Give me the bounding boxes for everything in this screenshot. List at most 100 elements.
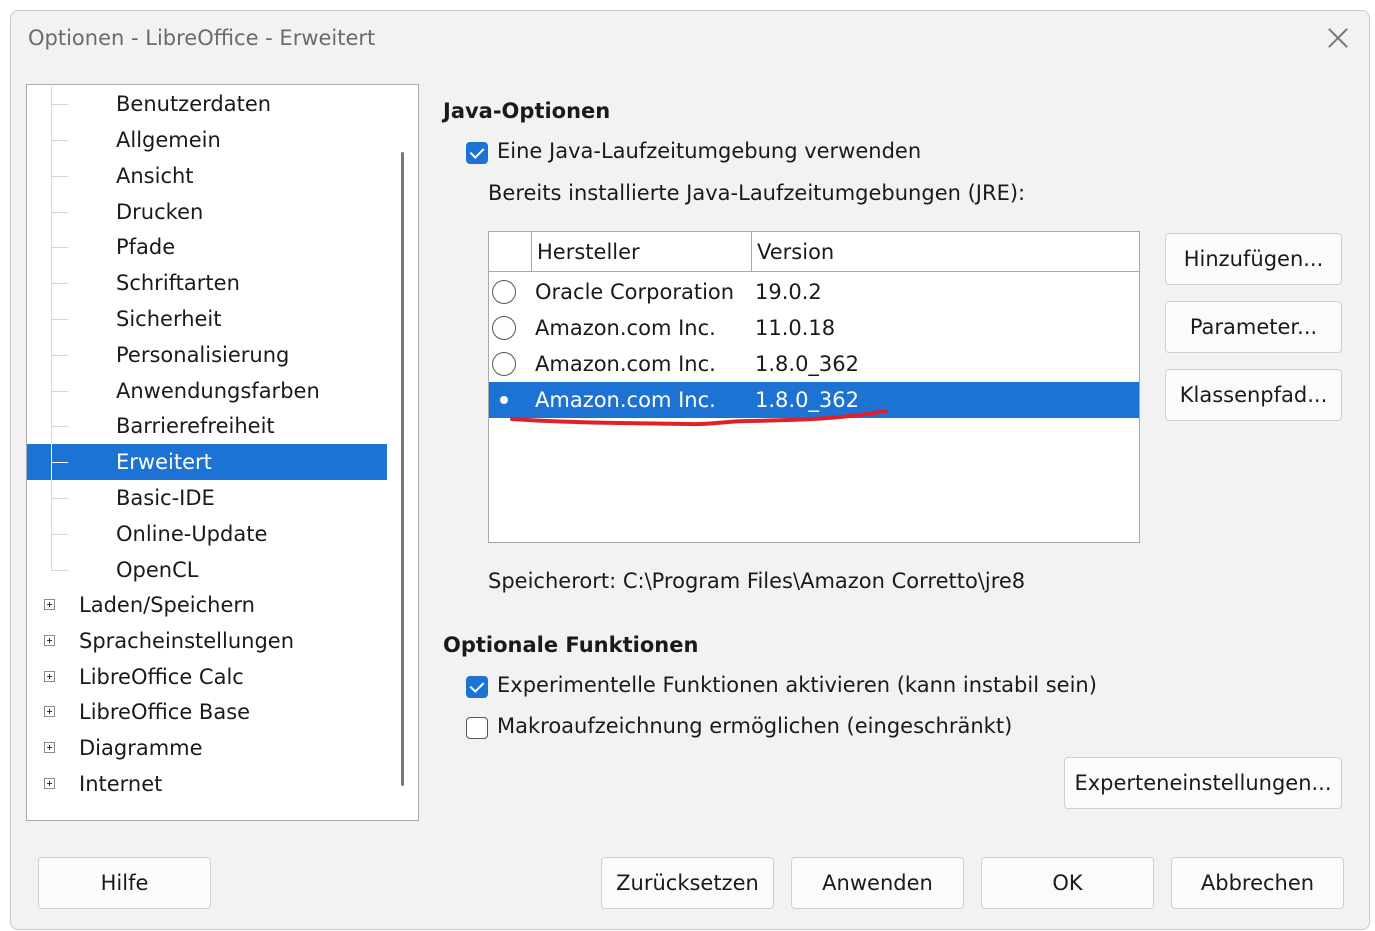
tree-item-label: Barrierefreiheit <box>116 414 275 438</box>
close-icon[interactable] <box>1323 23 1353 53</box>
tree-item-erweitert[interactable]: Erweitert <box>27 444 387 480</box>
jre-row-selected[interactable]: Amazon.com Inc. 1.8.0_362 <box>489 382 1139 418</box>
tree-item-basic-ide[interactable]: Basic-IDE <box>27 480 387 516</box>
optional-section-title: Optionale Funktionen <box>443 633 699 657</box>
column-header-vendor[interactable]: Hersteller <box>531 232 751 271</box>
tree-item-label: Sicherheit <box>116 307 222 331</box>
tree-item-anwendungsfarben[interactable]: Anwendungsfarben <box>27 373 387 409</box>
classpath-button-label: Klassenpfad... <box>1179 383 1328 407</box>
apply-button-label: Anwenden <box>822 871 933 895</box>
tree-item-label: LibreOffice Base <box>79 700 251 724</box>
experimental-checkbox[interactable] <box>466 676 488 698</box>
tree-item-pfade[interactable]: Pfade <box>27 229 387 265</box>
jre-location: Speicherort: C:\Program Files\Amazon Cor… <box>488 569 1026 593</box>
window-title: Optionen - LibreOffice - Erweitert <box>28 26 376 50</box>
tree-item-label: Spracheinstellungen <box>79 629 295 653</box>
expand-icon[interactable] <box>44 778 55 789</box>
jre-vendor: Oracle Corporation <box>535 280 735 304</box>
cancel-button-label: Abbrechen <box>1200 871 1315 895</box>
add-jre-button[interactable]: Hinzufügen... <box>1165 233 1342 285</box>
help-button[interactable]: Hilfe <box>38 857 211 909</box>
jre-version: 1.8.0_362 <box>755 388 860 412</box>
tree-item-label: Diagramme <box>79 736 203 760</box>
tree-item-label: Laden/Speichern <box>79 593 255 617</box>
jre-vendor: Amazon.com Inc. <box>535 388 716 412</box>
jre-radio[interactable] <box>492 388 516 412</box>
tree-item-libreoffice-base[interactable]: LibreOffice Base <box>27 694 387 730</box>
tree-item-label: Pfade <box>116 235 176 259</box>
tree-item-label: Drucken <box>116 200 204 224</box>
tree-item-spracheinstellungen[interactable]: Spracheinstellungen <box>27 623 387 659</box>
reset-button-label: Zurücksetzen <box>616 871 759 895</box>
tree-item-label: Erweitert <box>116 450 212 474</box>
tree-item-label: Online-Update <box>116 522 268 546</box>
macro-recording-checkbox[interactable] <box>466 717 488 739</box>
ok-button[interactable]: OK <box>981 857 1154 909</box>
macro-recording-label[interactable]: Makroaufzeichnung ermöglichen (eingeschr… <box>497 714 1012 738</box>
expand-icon[interactable] <box>44 671 55 682</box>
expand-icon[interactable] <box>44 706 55 717</box>
tree-item-allgemein[interactable]: Allgemein <box>27 122 387 158</box>
jre-vendor: Amazon.com Inc. <box>535 352 716 376</box>
tree-item-label: Personalisierung <box>116 343 290 367</box>
reset-button[interactable]: Zurücksetzen <box>601 857 774 909</box>
jre-table-header: Hersteller Version <box>489 232 1139 272</box>
options-tree: Benutzerdaten Allgemein Ansicht Drucken … <box>26 84 419 821</box>
tree-item-online-update[interactable]: Online-Update <box>27 516 387 552</box>
experimental-label[interactable]: Experimentelle Funktionen aktivieren (ka… <box>497 673 1097 697</box>
classpath-button[interactable]: Klassenpfad... <box>1165 369 1342 421</box>
tree-item-drucken[interactable]: Drucken <box>27 194 387 230</box>
jre-row[interactable]: Oracle Corporation 19.0.2 <box>489 274 1139 310</box>
jre-row[interactable]: Amazon.com Inc. 11.0.18 <box>489 310 1139 346</box>
tree-item-benutzerdaten[interactable]: Benutzerdaten <box>27 86 387 122</box>
tree-item-libreoffice-calc[interactable]: LibreOffice Calc <box>27 659 387 695</box>
tree-item-label: Schriftarten <box>116 271 240 295</box>
tree-item-laden-speichern[interactable]: Laden/Speichern <box>27 587 387 623</box>
tree-item-barrierefreiheit[interactable]: Barrierefreiheit <box>27 408 387 444</box>
cancel-button[interactable]: Abbrechen <box>1171 857 1344 909</box>
title-bar: Optionen - LibreOffice - Erweitert <box>11 11 1369 69</box>
parameters-button-label: Parameter... <box>1189 315 1318 339</box>
tree-item-label: OpenCL <box>116 558 199 582</box>
tree-item-internet[interactable]: Internet <box>27 766 387 802</box>
use-jre-label[interactable]: Eine Java-Laufzeitumgebung verwenden <box>497 139 921 163</box>
tree-item-label: Anwendungsfarben <box>116 379 320 403</box>
jre-radio[interactable] <box>492 352 516 376</box>
jre-row[interactable]: Amazon.com Inc. 1.8.0_362 <box>489 346 1139 382</box>
expert-settings-button-label: Experteneinstellungen... <box>1074 771 1332 795</box>
tree-item-personalisierung[interactable]: Personalisierung <box>27 337 387 373</box>
apply-button[interactable]: Anwenden <box>791 857 964 909</box>
tree-item-diagramme[interactable]: Diagramme <box>27 730 387 766</box>
expand-icon[interactable] <box>44 635 55 646</box>
jre-version: 19.0.2 <box>755 280 822 304</box>
installed-jre-label: Bereits installierte Java-Laufzeitumgebu… <box>488 181 1026 205</box>
tree-item-label: Benutzerdaten <box>116 92 272 116</box>
column-header-version[interactable]: Version <box>751 232 1139 271</box>
add-jre-button-label: Hinzufügen... <box>1183 247 1324 271</box>
tree-item-opencl[interactable]: OpenCL <box>27 552 387 588</box>
expand-icon[interactable] <box>44 742 55 753</box>
jre-table: Hersteller Version Oracle Corporation 19… <box>488 231 1140 543</box>
tree-item-label: Internet <box>79 772 163 796</box>
help-button-label: Hilfe <box>100 871 149 895</box>
jre-radio[interactable] <box>492 316 516 340</box>
tree-item-ansicht[interactable]: Ansicht <box>27 158 387 194</box>
java-section-title: Java-Optionen <box>443 99 611 123</box>
jre-version: 11.0.18 <box>755 316 836 340</box>
parameters-button[interactable]: Parameter... <box>1165 301 1342 353</box>
tree-scrollbar[interactable] <box>401 152 404 786</box>
tree-item-sicherheit[interactable]: Sicherheit <box>27 301 387 337</box>
ok-button-label: OK <box>1052 871 1083 895</box>
jre-radio[interactable] <box>492 280 516 304</box>
tree-item-label: Ansicht <box>116 164 194 188</box>
tree-item-label: LibreOffice Calc <box>79 665 244 689</box>
expert-settings-button[interactable]: Experteneinstellungen... <box>1064 757 1342 809</box>
tree-item-label: Allgemein <box>116 128 221 152</box>
expand-icon[interactable] <box>44 599 55 610</box>
options-dialog: Optionen - LibreOffice - Erweitert Benut… <box>10 10 1370 930</box>
jre-vendor: Amazon.com Inc. <box>535 316 716 340</box>
use-jre-checkbox[interactable] <box>466 142 488 164</box>
tree-item-label: Basic-IDE <box>116 486 215 510</box>
tree-item-schriftarten[interactable]: Schriftarten <box>27 265 387 301</box>
jre-version: 1.8.0_362 <box>755 352 860 376</box>
